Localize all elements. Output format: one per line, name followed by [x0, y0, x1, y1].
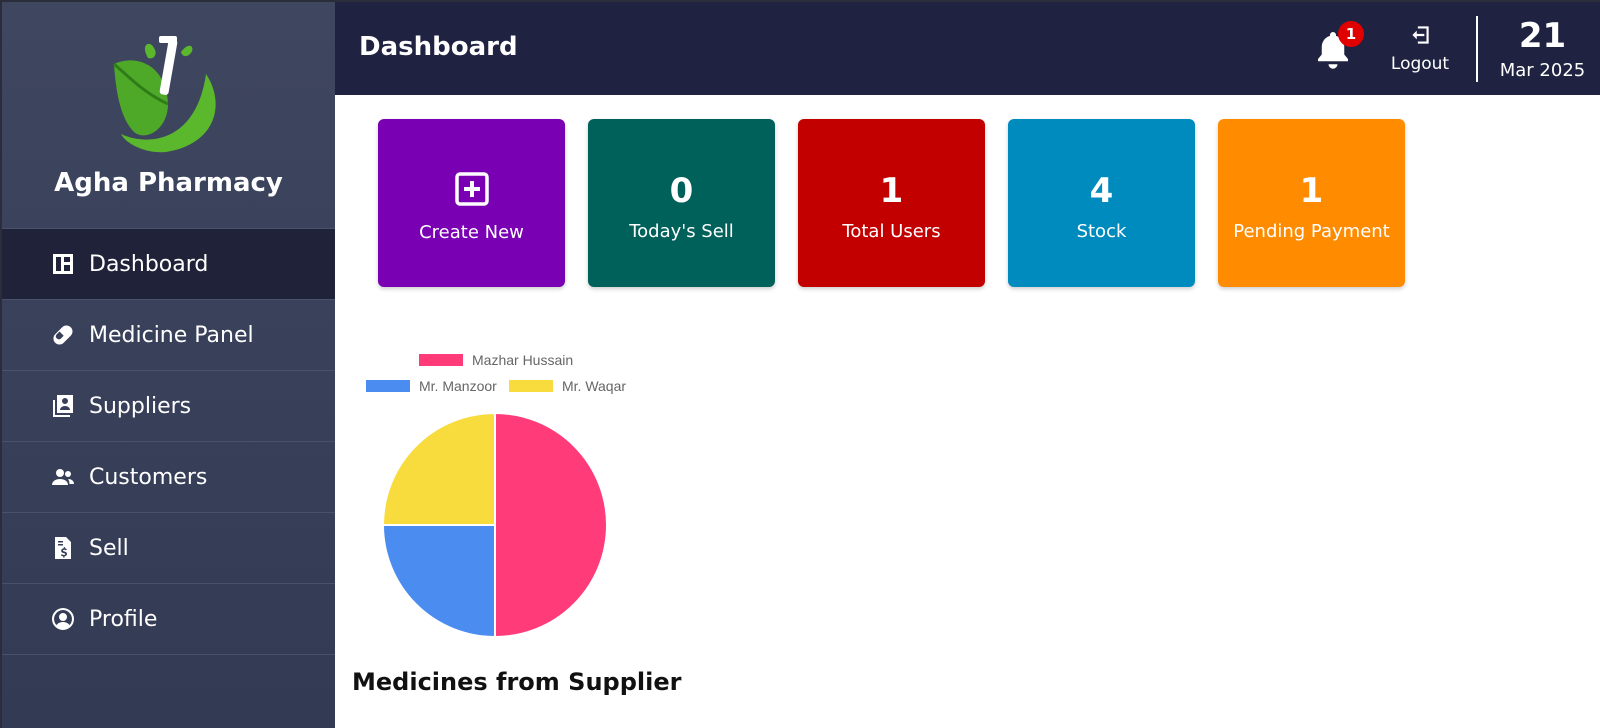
brand-name: Agha Pharmacy: [54, 168, 283, 198]
page-title: Dashboard: [359, 32, 518, 62]
card-label: Stock: [1076, 221, 1127, 242]
sidebar-item-label: Customers: [89, 464, 208, 490]
card-value: 1: [1299, 171, 1324, 211]
dashboard-icon: [50, 251, 76, 277]
user-circle-icon: [50, 606, 76, 632]
sidebar-item-label: Medicine Panel: [89, 322, 254, 348]
sidebar-item-suppliers[interactable]: Suppliers: [2, 371, 335, 442]
pill-icon: [50, 322, 76, 348]
todays-sell-card[interactable]: 0 Today's Sell: [588, 119, 775, 287]
top-bar: Dashboard 1 Logout 21 Mar 2025: [335, 2, 1600, 95]
invoice-dollar-icon: [50, 535, 76, 561]
legend-label: Mazhar Hussain: [472, 352, 574, 368]
sidebar-item-customers[interactable]: Customers: [2, 442, 335, 513]
date-month: Mar 2025: [1499, 60, 1586, 81]
card-label: Total Users: [842, 221, 941, 242]
legend-swatch: [509, 380, 553, 392]
date-day: 21: [1518, 16, 1567, 56]
supplier-pie-chart: [381, 411, 608, 639]
legend-swatch: [366, 380, 410, 392]
pharmacy-logo: [113, 36, 216, 153]
legend-swatch: [419, 354, 463, 366]
main-content: Create New 0 Today's Sell 1 Total Users …: [335, 95, 1600, 728]
header-divider: [1476, 16, 1478, 82]
sidebar-item-label: Suppliers: [89, 393, 192, 419]
plus-square-icon: [454, 171, 490, 207]
sidebar-item-dashboard[interactable]: Dashboard: [2, 229, 335, 300]
card-label: Pending Payment: [1233, 221, 1390, 242]
pie-slice-mr-manzoor[interactable]: [381, 524, 496, 639]
pie-slice-mr-waqar[interactable]: [381, 411, 496, 526]
legend-item[interactable]: Mr. Manzoor: [366, 378, 497, 394]
sidebar-item-profile[interactable]: Profile: [2, 584, 335, 655]
stock-card[interactable]: 4 Stock: [1008, 119, 1195, 287]
pending-payment-card[interactable]: 1 Pending Payment: [1218, 119, 1405, 287]
brand: Agha Pharmacy: [2, 2, 335, 229]
sidebar-item-label: Sell: [89, 535, 129, 561]
sidebar-item-medicine-panel[interactable]: Medicine Panel: [2, 300, 335, 371]
card-label: Today's Sell: [629, 221, 734, 242]
sidebar-item-label: Profile: [89, 606, 158, 632]
logout-icon: [1412, 26, 1429, 44]
contact-book-icon: [50, 393, 76, 419]
legend-item[interactable]: Mr. Waqar: [509, 378, 626, 394]
legend-label: Mr. Manzoor: [419, 378, 497, 394]
total-users-card[interactable]: 1 Total Users: [798, 119, 985, 287]
card-value: 4: [1089, 171, 1114, 211]
logout-button[interactable]: Logout: [1385, 22, 1455, 74]
sidebar-item-sell[interactable]: Sell: [2, 513, 335, 584]
pie-slice-mazhar-hussain[interactable]: [494, 411, 608, 639]
card-label: Create New: [419, 222, 524, 243]
sidebar-item-label: Dashboard: [89, 251, 209, 277]
sidebar: Agha Pharmacy Dashboard Medicine Panel S…: [2, 2, 335, 728]
legend-label: Mr. Waqar: [562, 378, 627, 394]
create-new-card[interactable]: Create New: [378, 119, 565, 287]
card-value: 1: [879, 171, 904, 211]
notification-badge: 1: [1338, 21, 1364, 47]
legend-item[interactable]: Mazhar Hussain: [419, 352, 573, 368]
chart-caption: Medicines from Supplier: [352, 668, 682, 696]
logout-label: Logout: [1390, 54, 1450, 74]
card-value: 0: [669, 171, 694, 211]
users-icon: [50, 464, 76, 490]
